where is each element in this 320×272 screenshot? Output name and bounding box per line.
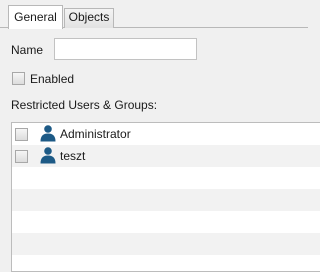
user-checkbox[interactable] bbox=[15, 150, 28, 163]
general-panel: Name Enabled Restricted Users & Groups: … bbox=[0, 28, 320, 272]
restricted-users-list[interactable]: Administrator teszt bbox=[11, 122, 320, 272]
user-name: Administrator bbox=[60, 127, 131, 141]
tab-general[interactable]: General bbox=[8, 5, 63, 29]
name-input[interactable] bbox=[54, 38, 197, 60]
user-icon bbox=[40, 147, 56, 164]
enabled-label: Enabled bbox=[30, 72, 75, 86]
enabled-checkbox[interactable] bbox=[12, 72, 25, 85]
tab-objects[interactable]: Objects bbox=[64, 8, 114, 28]
tab-strip: General Objects bbox=[0, 0, 308, 29]
user-icon bbox=[40, 125, 56, 142]
user-checkbox[interactable] bbox=[15, 128, 28, 141]
name-label: Name bbox=[11, 43, 44, 57]
list-item[interactable]: Administrator bbox=[12, 123, 320, 145]
list-item[interactable]: teszt bbox=[12, 145, 320, 167]
user-name: teszt bbox=[60, 149, 86, 163]
restricted-users-label: Restricted Users & Groups: bbox=[11, 98, 158, 112]
